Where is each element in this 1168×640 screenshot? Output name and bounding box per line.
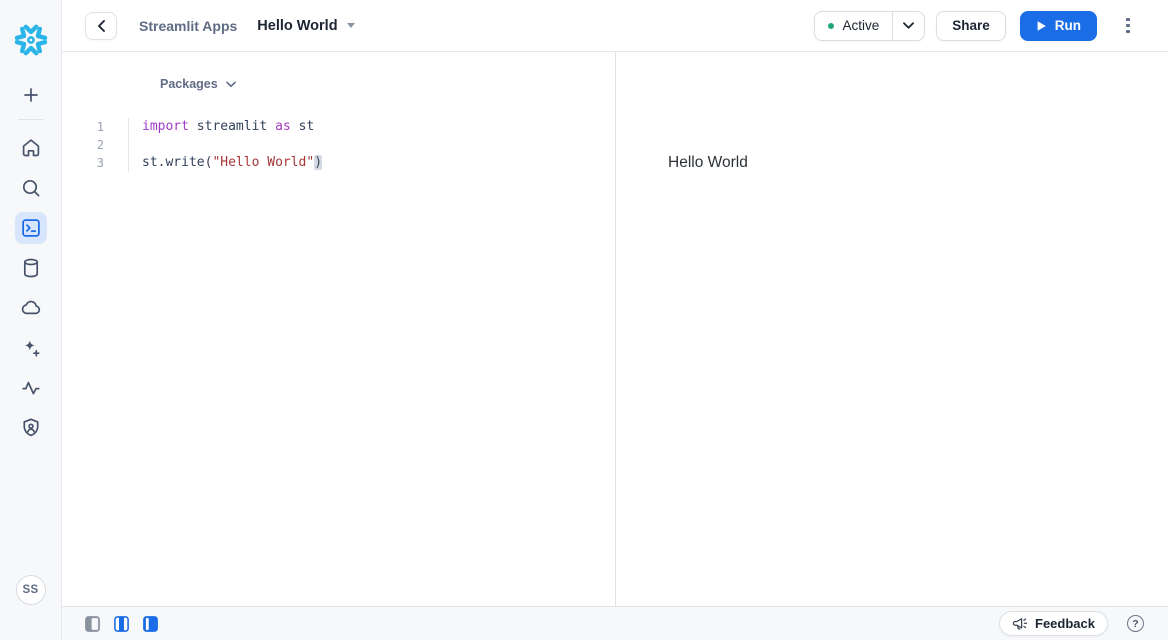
sidebar-item-admin[interactable] [0,408,62,448]
app-preview-panel: Hello World [616,52,1168,606]
left-sidebar: SS [0,0,62,640]
play-icon [1036,20,1047,32]
status-split-button: Active [814,11,925,41]
code-line[interactable]: 1import streamlit as st [62,118,615,136]
layout-split-view-button[interactable] [114,616,129,632]
layout-toggles [85,616,158,632]
topbar-actions: Active Share Run [814,11,1142,41]
content-area: Packages 1import streamlit as st23st.wri… [62,52,1168,606]
feedback-label: Feedback [1035,616,1095,631]
main-column: Streamlit Apps Hello World Active [62,0,1168,640]
layout-editor-only-button[interactable] [85,616,100,632]
question-mark-icon: ? [1132,618,1138,630]
code-text[interactable] [128,136,615,154]
sparkles-icon [19,336,43,360]
breadcrumb[interactable]: Streamlit Apps [139,18,237,34]
activity-icon [19,376,43,400]
app-window: SS Streamlit Apps Hello World Active [0,0,1168,640]
code-editor-panel: Packages 1import streamlit as st23st.wri… [62,52,616,606]
sidebar-divider [18,119,44,120]
line-number: 2 [62,136,128,154]
sidebar-item-home[interactable] [0,128,62,168]
new-button[interactable] [0,75,62,115]
megaphone-icon [1012,616,1028,631]
sidebar-item-activity[interactable] [0,368,62,408]
share-button[interactable]: Share [936,11,1006,41]
active-item-highlight [15,212,47,244]
status-label: Active [842,18,879,33]
search-icon [19,176,43,200]
run-button[interactable]: Run [1020,11,1097,41]
preview-output-text: Hello World [668,154,1168,172]
plus-icon [19,83,43,107]
app-title-menu[interactable]: Hello World [257,18,354,34]
layout-preview-only-button[interactable] [143,616,158,632]
help-button[interactable]: ? [1127,615,1144,632]
line-number: 1 [62,118,128,136]
top-bar: Streamlit Apps Hello World Active [62,0,1168,52]
line-number: 3 [62,154,128,172]
bottom-bar: Feedback ? [62,606,1168,640]
status-dropdown-button[interactable] [892,12,924,40]
packages-dropdown[interactable]: Packages [160,76,615,92]
caret-down-icon [347,23,355,28]
sidebar-item-cloud[interactable] [0,288,62,328]
more-options-button[interactable] [1114,12,1142,40]
back-button[interactable] [85,12,117,40]
sidebar-item-ai[interactable] [0,328,62,368]
sidebar-item-projects[interactable] [0,208,62,248]
shield-user-icon [19,416,43,440]
cloud-icon [19,296,43,320]
run-label: Run [1055,18,1081,33]
sidebar-nav [0,128,62,448]
page-title: Hello World [257,18,337,34]
sidebar-item-data[interactable] [0,248,62,288]
kebab-icon [1126,18,1129,21]
status-dot-icon [828,23,834,29]
chevron-down-icon [903,22,914,29]
packages-label: Packages [160,77,218,91]
status-button[interactable]: Active [815,12,892,40]
chevron-left-icon [97,20,106,32]
code-text[interactable]: import streamlit as st [128,118,615,136]
database-icon [19,256,43,280]
feedback-button[interactable]: Feedback [999,611,1108,636]
terminal-icon [20,217,42,239]
chevron-down-icon [226,81,236,88]
user-avatar[interactable]: SS [16,575,46,605]
snowflake-logo[interactable] [11,18,51,62]
snowflake-icon [11,20,51,60]
home-icon [19,136,43,160]
sidebar-item-search[interactable] [0,168,62,208]
code-line[interactable]: 2 [62,136,615,154]
bottom-right-actions: Feedback ? [999,611,1144,636]
code-line[interactable]: 3st.write("Hello World") [62,154,615,172]
code-lines[interactable]: 1import streamlit as st23st.write("Hello… [62,118,615,172]
code-text[interactable]: st.write("Hello World") [128,154,615,172]
